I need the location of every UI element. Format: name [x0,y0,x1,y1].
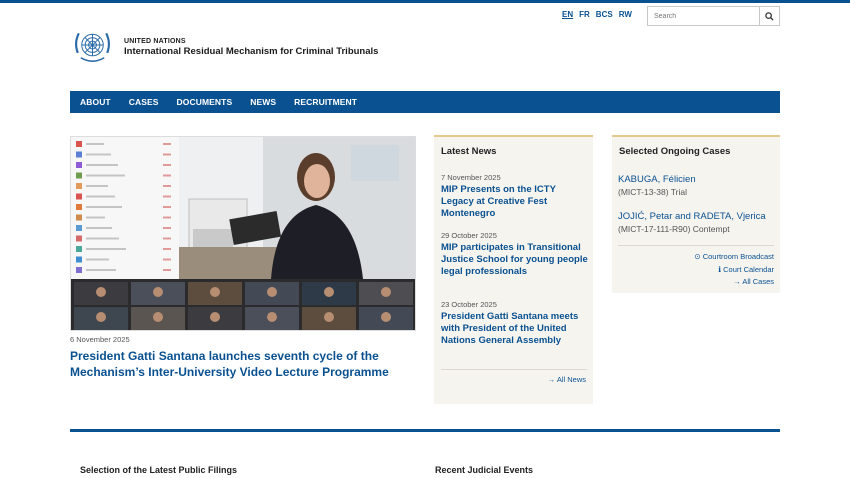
lang-rw[interactable]: RW [619,10,632,19]
all-news-label: All News [556,375,586,384]
nav-recruitment[interactable]: RECRUITMENT [294,97,357,107]
news-date: 7 November 2025 [441,173,501,182]
info-icon: ℹ [718,264,722,274]
nav-about[interactable]: ABOUT [80,97,111,107]
org-subtitle: UNITED NATIONS [124,38,186,45]
all-cases-link[interactable]: → All Cases [694,276,774,289]
main-nav: ABOUT CASES DOCUMENTS NEWS RECRUITMENT [70,91,780,113]
all-news-link[interactable]: → All News [548,375,586,384]
courtroom-broadcast-link[interactable]: ⊙ Courtroom Broadcast [694,251,774,264]
news-divider [441,369,587,370]
news-link[interactable]: MIP participates in Transitional Justice… [441,242,591,278]
feature-headline-link[interactable]: President Gatti Santana launches seventh… [70,348,410,380]
nav-documents[interactable]: DOCUMENTS [177,97,233,107]
case-links: ⊙ Courtroom Broadcast ℹ Court Calendar →… [694,251,774,289]
case-name-link[interactable]: JOJIĆ, Petar and RADETA, Vjerica [618,211,778,223]
un-emblem-icon[interactable] [70,27,115,67]
org-title[interactable]: UNITED NATIONS International Residual Me… [124,38,378,57]
lang-en[interactable]: EN [562,10,573,19]
case-name-link[interactable]: KABUGA, Félicien [618,174,778,186]
feature-image[interactable] [70,136,416,331]
ongoing-cases-panel: Selected Ongoing Cases KABUGA, Félicien … [612,135,780,293]
latest-news-panel: Latest News 7 November 2025 MIP Presents… [434,135,593,404]
search-button[interactable] [759,7,779,25]
arrow-right-icon: → [547,375,556,384]
courtroom-broadcast-label: Courtroom Broadcast [702,252,774,261]
search-box [647,6,780,26]
nav-cases[interactable]: CASES [129,97,159,107]
court-calendar-link[interactable]: ℹ Court Calendar [694,264,774,277]
case-code: (MICT-17-111-R90) Contempt [618,224,730,234]
org-name: International Residual Mechanism for Cri… [124,46,379,57]
arrow-right-icon: → [733,277,741,286]
news-item: 29 October 2025 MIP participates in Tran… [441,231,591,278]
play-circle-icon: ⊙ [694,252,701,261]
case-code: (MICT-13-38) Trial [618,187,687,197]
language-switcher: EN FR BCS RW [562,10,632,19]
section-divider [70,429,780,432]
lang-bcs[interactable]: BCS [596,10,613,19]
news-link[interactable]: MIP Presents on the ICTY Legacy at Creat… [441,184,591,220]
news-date: 23 October 2025 [441,300,497,309]
news-link[interactable]: President Gatti Santana meets with Presi… [441,311,591,347]
nav-news[interactable]: NEWS [250,97,276,107]
court-calendar-label: Court Calendar [723,264,774,274]
search-icon [765,11,774,21]
judicial-events-heading: Recent Judicial Events [435,465,534,475]
cases-divider [618,245,774,246]
case-item: KABUGA, Félicien (MICT-13-38) Trial [618,174,778,197]
news-date: 29 October 2025 [441,231,497,240]
top-accent-bar [0,0,850,3]
filings-heading: Selection of the Latest Public Filings [80,465,238,475]
lang-fr[interactable]: FR [579,10,590,19]
search-input[interactable] [648,7,759,25]
feature-date: 6 November 2025 [70,335,130,344]
latest-news-heading: Latest News [441,146,497,157]
news-item: 23 October 2025 President Gatti Santana … [441,300,591,347]
cases-heading: Selected Ongoing Cases [619,146,731,157]
all-cases-label: All Cases [742,277,774,286]
news-item: 7 November 2025 MIP Presents on the ICTY… [441,173,591,220]
case-item: JOJIĆ, Petar and RADETA, Vjerica (MICT-1… [618,211,778,234]
